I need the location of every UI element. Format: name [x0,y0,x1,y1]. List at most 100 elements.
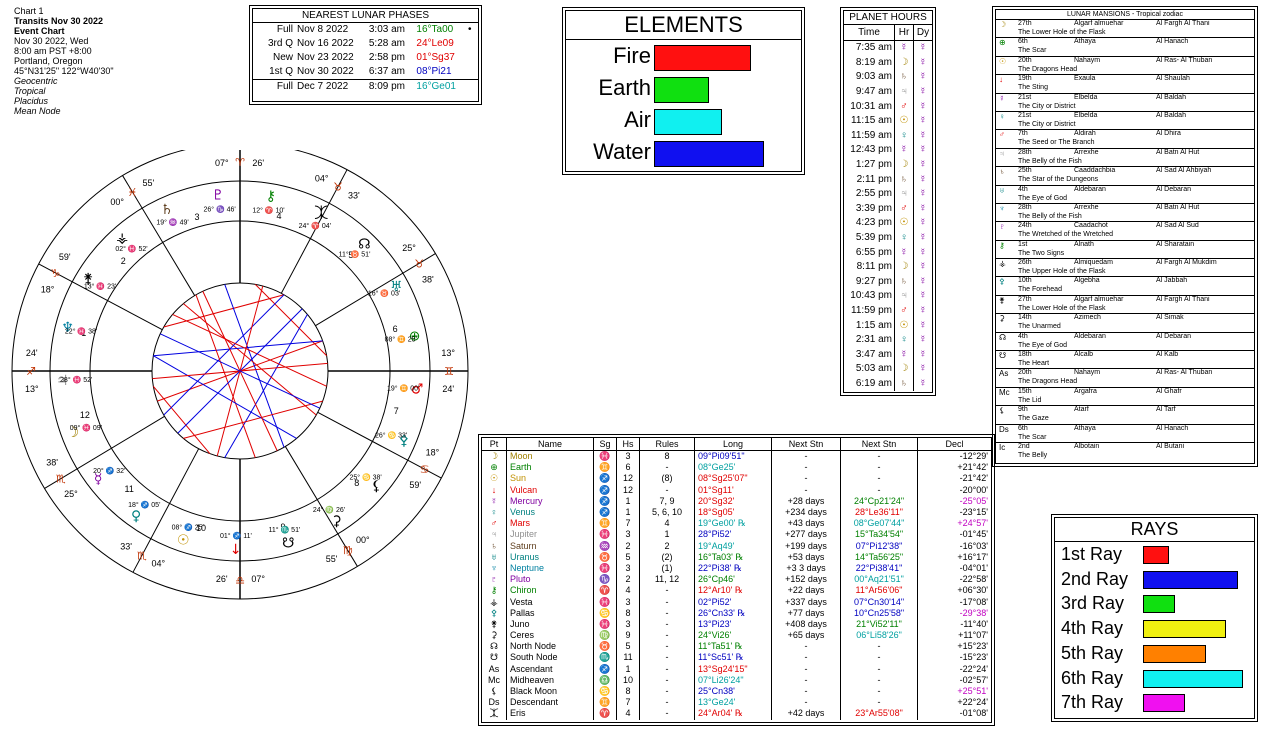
cusp-sign-icon: ♑ [51,267,61,280]
planet-name: Venus [506,506,594,519]
planet-col-header: Pt [482,438,507,451]
mansion-point-icon: ☽ [999,20,1007,29]
planet-hour-row: 3:47 am ☿ ☿ [844,347,932,363]
mansion-name: Exaula [1074,75,1096,83]
mansion-arabic: Al Ghafr [1156,387,1182,395]
phase-position: 24°Le09 [416,38,454,49]
planet-house: 9 [616,630,640,642]
planet-name: Uranus [506,551,594,563]
mansion-description: The Gaze [1018,415,1049,423]
planet-rules: - [639,484,695,496]
planet-longitude: 26°Cn33' ℞ [694,607,772,619]
planet-declination: -29°38' [959,607,988,618]
hour-ruler-icon: ☿ [894,347,914,363]
phase-marker [466,37,478,51]
hour-ruler-icon: ☉ [894,216,914,231]
planet-row: ⚸ Black Moon ♋ 8-25°Cn38' - - +25°51' [482,685,991,698]
mansion-point-icon: ♂ [999,130,1005,140]
planet-next-station-days: +42 days [771,708,841,720]
cusp-sign-icon: ♉ [333,180,343,193]
planet-rules: 8 [639,450,695,463]
planet-declination: -25°05' [959,495,988,506]
hour-time: 8:19 am [844,55,895,71]
mansion-number: 20th [1018,56,1032,64]
planet-position-label: 11° ♏ 51' [269,525,301,534]
day-ruler-icon: ☿ [919,334,927,346]
mansion-name: Caadachot [1074,222,1108,230]
planet-row: ⚳ Ceres ♍ 9-24°Vi26' +65 days 06°Li58'26" +11°… [482,630,991,642]
mansion-point-icon: Ds [999,424,1009,434]
mansion-row: ♅ 4th Aldebaran Al Debaran The Eye of God [996,184,1254,203]
hour-ruler-icon: ☉ [894,113,914,129]
planet-next-station-days: - [771,674,841,686]
mansion-name: Aldebaran [1074,185,1106,193]
chart-location: Portland, Oregon [14,56,83,66]
element-row: Earth [566,73,801,105]
planet-next-station-days: - [771,484,841,496]
cusp-minute: 59' [59,252,71,262]
phase-date: Dec 7 2022 [295,79,367,94]
mansion-description: The Sting [1018,84,1048,92]
ray-row: 2nd Ray [1055,567,1254,592]
day-ruler-icon: ☿ [919,202,927,214]
mansion-arabic: Al Jabbah [1156,277,1188,285]
mansion-name: Athaya [1074,424,1096,432]
planet-longitude: 19°Aq49' [694,540,772,552]
planet-longitude: 11°Ta51' ℞ [694,641,772,653]
planet-position-label: 19° ♊ 00' [387,383,419,392]
planet-position-label: 01° ♐ 11' [220,531,252,540]
mansion-arabic: Al Dhira [1156,130,1181,138]
planet-icon: ♄ [482,540,507,552]
cusp-minute: 26' [216,574,228,584]
mansion-name: Azimech [1074,314,1101,322]
planet-longitude: 24°Ar04' ℞ [694,708,772,720]
planet-sign-icon: ♐ [593,484,617,496]
day-ruler-icon: ☿ [919,42,927,54]
planet-rules: - [639,674,695,686]
planet-sign-icon: ♊ [593,462,617,474]
hour-ruler-icon: ♀ [894,230,914,246]
rays-title: RAYS [1055,518,1254,542]
house-number: 12 [80,410,90,420]
planet-row: ♆ Neptune ♓ 3 (1) 22°Pi38' ℞ +3 3 days 22°Pi38'… [482,562,991,575]
planet-position-label: 16° ♉ 03' [368,289,400,298]
mansion-row: ☋ 18th Alcalb Al Kalb The Heart [996,350,1254,368]
planet-row: ☿ Mercury ♐ 1 7, 9 20°Sg32' +28 days 24°Cp21'24… [482,495,991,507]
cusp-label: 00°♍ 55' [326,535,370,564]
element-bar [654,45,751,71]
planet-hour-row: 11:59 am ♀ ☿ [844,128,932,144]
mansion-arabic: Al Fargh Al Thani [1156,20,1210,27]
planet-house: 6 [616,462,640,474]
planet-declination: -20°00' [959,484,988,495]
hour-ruler-icon: ♃ [894,289,914,304]
planet-hour-row: 10:43 pm ♃ ☿ [844,289,932,304]
day-ruler-icon: ☿ [919,363,927,375]
cusp-degree: 07° [215,158,229,168]
planet-house: 7 [616,697,640,709]
cusp-label: 18° ♋ 59' [409,448,439,490]
mansion-point-icon: ☊ [999,332,1007,342]
phase-position: 16°Ta00 [416,24,454,35]
ray-bar [1143,595,1175,614]
mansion-description: The Eye of God [1018,341,1068,349]
phase-name: 1st Q [269,66,293,77]
chart-type: Event Chart [14,26,65,36]
day-ruler-icon: ☿ [919,261,927,273]
planet-icon: As [482,663,507,675]
planet-house: 3 [616,562,640,575]
planet-next-station-pos: - [840,641,918,653]
cusp-label: 04° ♏ 33' [120,541,165,568]
mansion-number: 2nd [1018,442,1030,450]
mansion-point-icon: As [999,369,1009,379]
cusp-label: 07° ♈ 26' [215,156,264,169]
day-ruler-icon: ☿ [919,217,927,229]
phase-date: Nov 8 2022 [297,24,349,35]
aspect-line [160,333,320,409]
mansion-description: The Upper Hole of the Flask [1018,268,1106,276]
planet-row: ⚴ Pallas ♋ 8-26°Cn33' ℞ +77 days 10°Cn25'58" -… [482,607,991,619]
mansion-number: 6th [1018,424,1028,432]
mansion-description: The City or District [1018,102,1076,110]
planet-next-station-days: +3 3 days [771,562,841,575]
mansion-point-icon: ♆ [999,203,1005,213]
mansion-row: ♄ 25th Caaddachbia Al Sad Al Ahbiyah The Sta… [996,166,1254,184]
